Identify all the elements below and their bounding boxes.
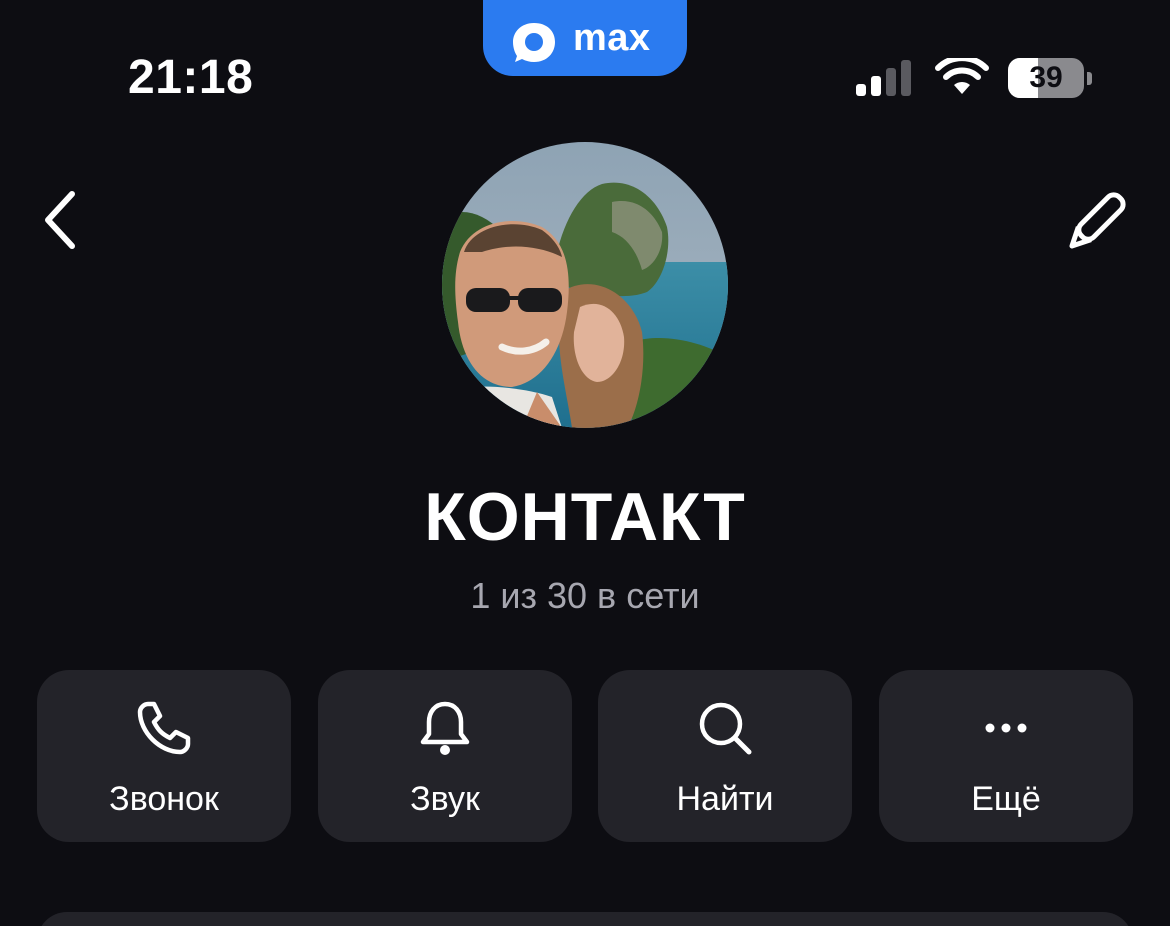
wifi-icon	[935, 58, 989, 94]
contact-profile-screen: 21:18 max 39 КОНТАКТ 1 из 30 в сети Звон…	[0, 0, 1170, 926]
search-button[interactable]: Найти	[598, 670, 852, 842]
info-card	[37, 912, 1133, 926]
contact-name: КОНТАКТ	[424, 479, 746, 555]
app-badge[interactable]: max	[483, 0, 687, 76]
phone-icon	[137, 701, 191, 755]
chevron-left-icon	[45, 191, 75, 249]
edit-button[interactable]	[1058, 184, 1134, 260]
status-time: 21:18	[128, 51, 254, 104]
battery-level: 39	[1029, 61, 1063, 94]
call-button-label: Звонок	[109, 780, 219, 818]
avatar[interactable]	[442, 142, 728, 428]
action-buttons-row: Звонок Звук Найти Ещё	[37, 670, 1133, 842]
search-icon	[699, 702, 752, 755]
battery-indicator: 39	[1008, 58, 1094, 98]
call-button[interactable]: Звонок	[37, 670, 291, 842]
battery-body: 39	[1008, 58, 1084, 98]
more-button-label: Ещё	[971, 780, 1041, 818]
search-button-label: Найти	[676, 780, 774, 818]
back-button[interactable]	[34, 186, 94, 254]
more-icon	[985, 723, 1027, 733]
bell-icon	[420, 701, 470, 755]
max-logo-icon	[513, 23, 555, 62]
pencil-icon	[1069, 192, 1126, 249]
avatar-photo	[442, 142, 728, 428]
more-button[interactable]: Ещё	[879, 670, 1133, 842]
sound-button-label: Звук	[410, 780, 480, 818]
battery-tip	[1087, 72, 1092, 85]
cellular-signal-icon	[856, 60, 911, 96]
contact-online-status: 1 из 30 в сети	[470, 575, 700, 616]
sound-button[interactable]: Звук	[318, 670, 572, 842]
app-badge-label: max	[573, 17, 651, 59]
